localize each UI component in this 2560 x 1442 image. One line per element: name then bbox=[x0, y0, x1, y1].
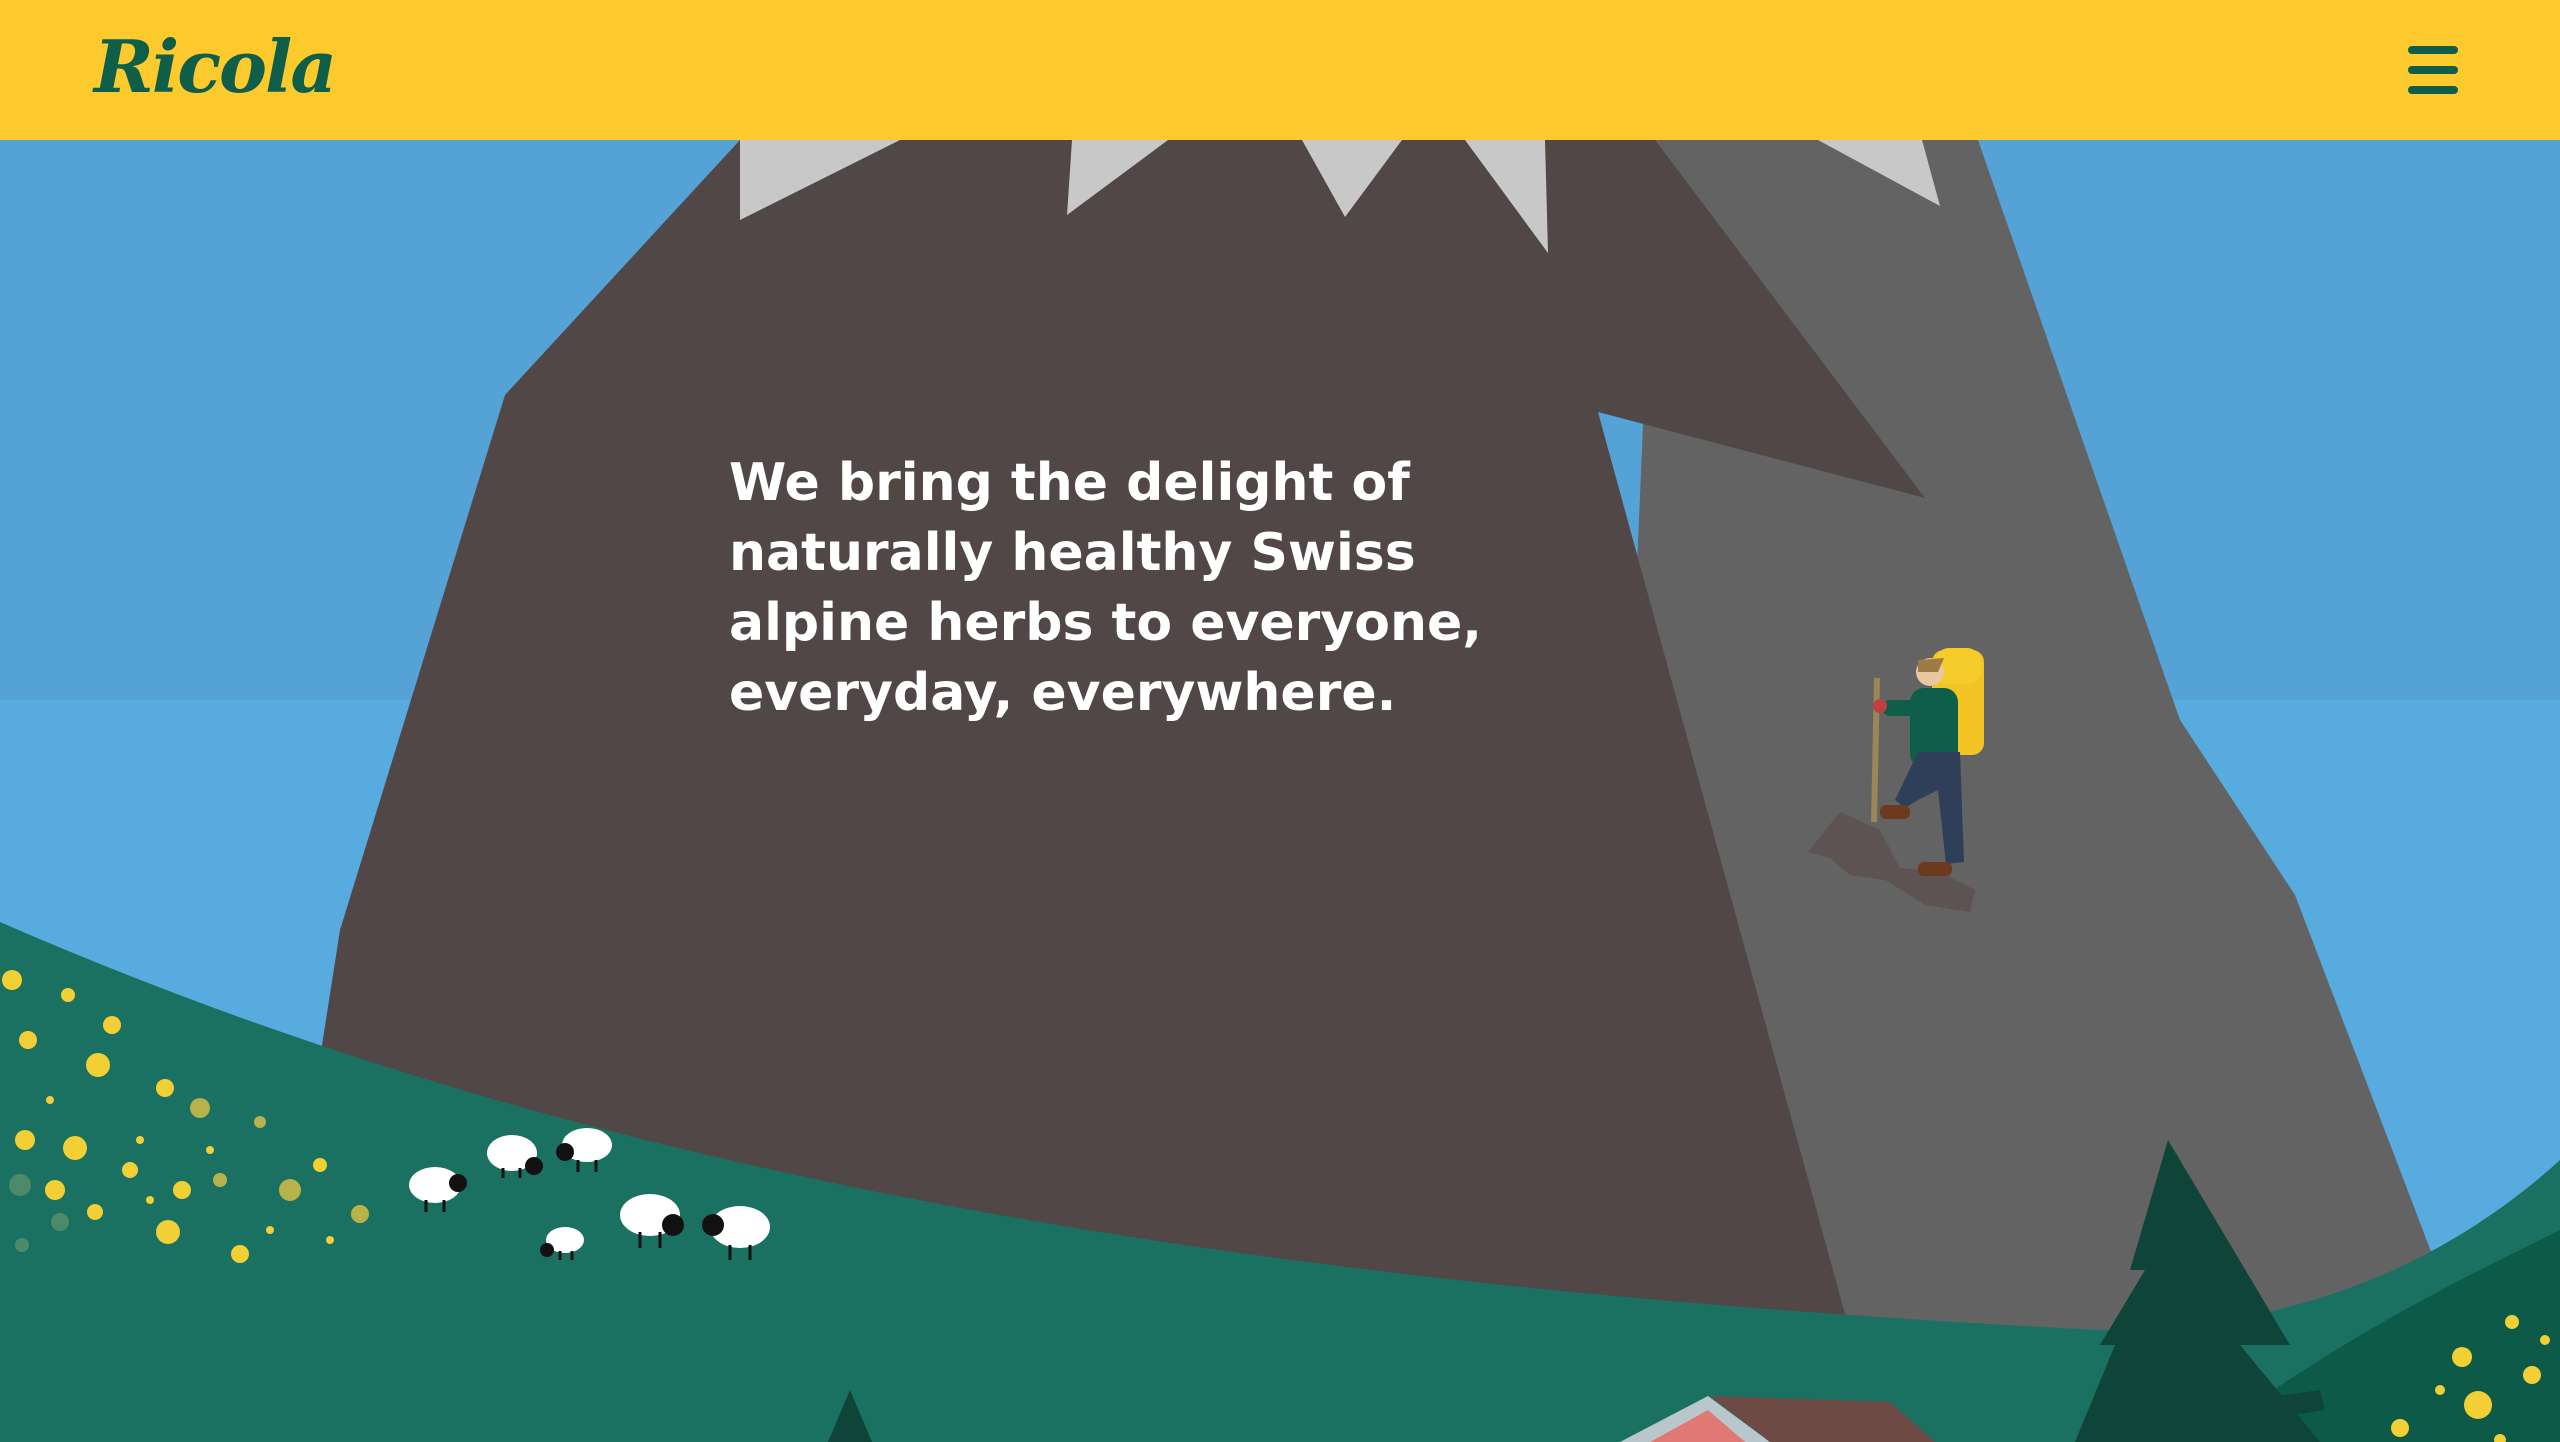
ricola-logo[interactable]: Ricola bbox=[94, 24, 337, 109]
hamburger-menu-icon[interactable] bbox=[2400, 40, 2466, 100]
site-header: Ricola bbox=[0, 0, 2560, 140]
hero-tagline: We bring the delight of naturally health… bbox=[729, 453, 1482, 723]
